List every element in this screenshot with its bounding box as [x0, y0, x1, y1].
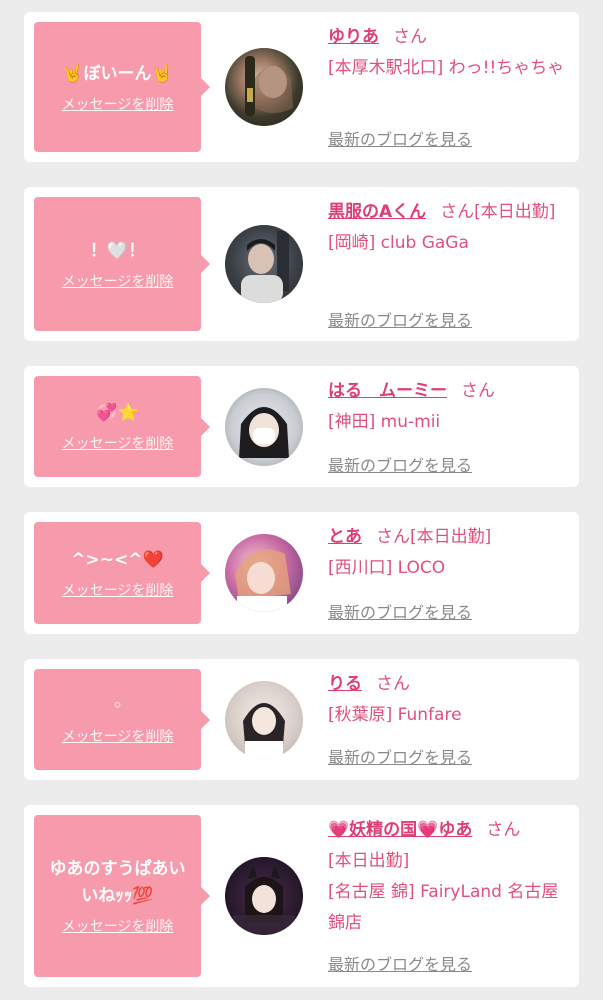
user-info: 黒服のAくん さん[本日出勤] [岡崎] club GaGa [328, 197, 574, 259]
honorific: さん [376, 674, 410, 694]
delete-message-link[interactable]: メッセージを削除 [62, 580, 174, 600]
delete-message-link[interactable]: メッセージを削除 [62, 433, 174, 453]
shop-info: [秋葉原] Funfare [328, 705, 462, 725]
attendance-status: [本日出勤] [474, 202, 556, 222]
shop-info: [神田] mu-mii [328, 412, 441, 432]
message-text: ^>~<^❤️ [71, 549, 164, 570]
user-info: とあ さん[本日出勤] [西川口] LOCO [328, 522, 574, 584]
avatar-image [239, 407, 289, 458]
attendance-status: [本日出勤] [410, 527, 492, 547]
honorific: さん [393, 27, 427, 47]
user-name-link[interactable]: とあ [328, 527, 362, 547]
user-info: はる ムーミー さん [神田] mu-mii [328, 376, 574, 438]
message-bubble: ゆあのすうぱあいいねｯｯ💯 メッセージを削除 [34, 815, 210, 977]
message-bubble: 💞⭐ メッセージを削除 [34, 376, 210, 477]
user-name-link[interactable]: 💗妖精の国💗ゆあ [328, 820, 472, 840]
latest-blog-link[interactable]: 最新のブログを見る [328, 452, 472, 476]
message-text: ゆあのすうぱあいいねｯｯ💯 [49, 859, 186, 906]
avatar-image [241, 231, 289, 303]
latest-blog-link[interactable]: 最新のブログを見る [328, 599, 472, 623]
latest-blog-link[interactable]: 最新のブログを見る [328, 951, 472, 975]
message-card: ！🤍！ メッセージを削除 黒服のAくん さん[本日出勤] [岡崎] club Ga… [24, 187, 579, 341]
avatar[interactable] [225, 534, 303, 612]
avatar-image [233, 865, 295, 935]
message-bubble: 🤘ぼいーん🤘 メッセージを削除 [34, 22, 210, 152]
message-card: ^>~<^❤️ メッセージを削除 とあ さん[本日出勤] [西川口] LOCO 最… [24, 512, 579, 634]
attendance-status: [本日出勤] [328, 851, 410, 871]
shop-info: [岡崎] club GaGa [328, 233, 469, 253]
avatar[interactable] [225, 48, 303, 126]
delete-message-link[interactable]: メッセージを削除 [62, 916, 174, 936]
user-name-link[interactable]: ゆりあ [328, 27, 379, 47]
user-name-link[interactable]: 黒服のAくん [328, 202, 426, 222]
user-info: ゆりあ さん [本厚木駅北口] わっ!!ちゃちゃ [328, 22, 574, 84]
delete-message-link[interactable]: メッセージを削除 [62, 726, 174, 746]
message-bubble: ⚬ メッセージを削除 [34, 669, 210, 770]
avatar-image [235, 549, 291, 612]
delete-message-link[interactable]: メッセージを削除 [62, 271, 174, 291]
delete-message-link[interactable]: メッセージを削除 [62, 94, 174, 114]
shop-info: [名古屋 錦] FairyLand 名古屋錦店 [328, 882, 559, 933]
avatar[interactable] [225, 225, 303, 303]
message-card: 💞⭐ メッセージを削除 はる ムーミー さん [神田] mu-mii 最新のブログ… [24, 366, 579, 487]
message-card: ⚬ メッセージを削除 りる さん [秋葉原] Funfare 最新のブログを見る [24, 659, 579, 780]
shop-info: [本厚木駅北口] わっ!!ちゃちゃ [328, 58, 565, 78]
latest-blog-link[interactable]: 最新のブログを見る [328, 307, 472, 331]
honorific: さん [461, 381, 495, 401]
message-text: ！🤍！ [89, 240, 146, 261]
shop-info: [西川口] LOCO [328, 558, 446, 578]
honorific: さん [376, 527, 410, 547]
avatar-image [243, 703, 285, 759]
user-info: 💗妖精の国💗ゆあ さん [本日出勤] [名古屋 錦] FairyLand 名古屋錦… [328, 815, 574, 939]
message-card: 🤘ぼいーん🤘 メッセージを削除 ゆりあ さん [本厚木駅北口] わっ!!ちゃちゃ … [24, 12, 579, 162]
latest-blog-link[interactable]: 最新のブログを見る [328, 126, 472, 150]
user-info: りる さん [秋葉原] Funfare [328, 669, 574, 731]
user-name-link[interactable]: りる [328, 674, 362, 694]
honorific: さん [440, 202, 475, 222]
avatar[interactable] [225, 681, 303, 759]
message-text: ⚬ [110, 696, 125, 716]
honorific: さん [486, 820, 521, 840]
message-text: 🤘ぼいーん🤘 [62, 63, 173, 84]
message-bubble: ！🤍！ メッセージを削除 [34, 197, 210, 331]
message-text: 💞⭐ [96, 403, 139, 423]
latest-blog-link[interactable]: 最新のブログを見る [328, 744, 472, 768]
message-bubble: ^>~<^❤️ メッセージを削除 [34, 522, 210, 624]
avatar[interactable] [225, 388, 303, 466]
user-name-link[interactable]: はる ムーミー [328, 381, 447, 401]
avatar-image [245, 56, 293, 116]
avatar[interactable] [225, 857, 303, 935]
message-card: ゆあのすうぱあいいねｯｯ💯 メッセージを削除 💗妖精の国💗ゆあ さん [本日出勤]… [24, 805, 579, 987]
